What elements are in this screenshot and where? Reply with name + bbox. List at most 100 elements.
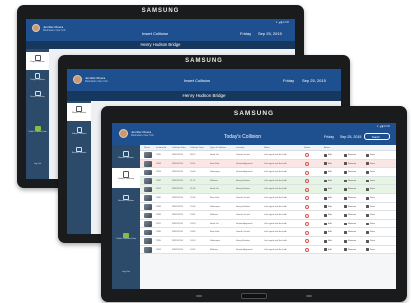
save-button[interactable]: Save — [370, 180, 375, 182]
table-row[interactable]: 7836 09/25/2015 13:45 Rear End Grand Central… — [140, 228, 396, 237]
edit-button[interactable]: Edit — [328, 154, 332, 156]
table-row[interactable]: 7840 09/25/2015 12:02 Rear End Grand Central… — [140, 194, 396, 203]
edit-icon[interactable] — [324, 179, 327, 183]
edit-button[interactable]: Edit — [328, 188, 332, 190]
save-button[interactable]: Save — [370, 188, 375, 190]
trash-icon[interactable] — [344, 213, 347, 217]
edit-button[interactable]: Edit — [328, 249, 332, 251]
edit-icon[interactable] — [324, 170, 327, 174]
table-row[interactable]: 7835 09/25/2015 14:10 Sideswipe Henry Hudson… — [140, 237, 396, 246]
remove-button[interactable]: Remove — [348, 214, 356, 216]
edit-icon[interactable] — [324, 222, 327, 226]
table-row[interactable]: 7842 09/25/2015 11:12 Rollover Henry Hudson L… — [140, 176, 396, 186]
cloud-icon[interactable] — [366, 213, 369, 217]
remove-button[interactable]: Remove — [348, 171, 356, 173]
save-button[interactable]: Save — [370, 231, 375, 233]
table-row[interactable]: 7844 09/25/2015 10:11 Rear End Station Appro… — [140, 159, 396, 169]
vehicle-photo[interactable] — [144, 195, 152, 201]
edit-icon[interactable] — [324, 188, 327, 191]
edit-button[interactable]: Edit — [328, 163, 332, 165]
table-row[interactable]: 7837 09/25/2015 13:20 Head On Station Approa… — [140, 219, 396, 229]
recent-apps-key[interactable] — [196, 295, 202, 297]
edit-button[interactable]: Edit — [328, 214, 332, 216]
home-button[interactable] — [241, 293, 267, 299]
sidebar-item-logout[interactable]: Log Out — [26, 163, 49, 171]
edit-icon[interactable] — [324, 162, 327, 166]
remove-button[interactable]: Remove — [348, 223, 356, 225]
trash-icon[interactable] — [344, 196, 347, 200]
vehicle-photo[interactable] — [144, 169, 152, 176]
vehicle-photo[interactable] — [144, 160, 152, 167]
edit-icon[interactable] — [324, 248, 327, 252]
save-button[interactable]: Save — [370, 240, 375, 242]
vehicle-photo[interactable] — [144, 246, 152, 253]
remove-button[interactable]: Remove — [348, 154, 356, 156]
sidebar-item-todays-collision[interactable]: Today's Collision — [112, 168, 140, 188]
save-button[interactable]: Save — [370, 249, 375, 251]
sidebar-item-traffic-data[interactable]: Traffic Collision Data — [26, 126, 49, 140]
vehicle-photo[interactable] — [144, 186, 152, 193]
edit-icon[interactable] — [324, 231, 327, 234]
cloud-icon[interactable] — [366, 239, 369, 243]
edit-button[interactable]: Edit — [328, 206, 332, 208]
edit-button[interactable]: Edit — [328, 171, 332, 173]
remove-button[interactable]: Remove — [348, 240, 356, 242]
trash-icon[interactable] — [344, 179, 347, 183]
cloud-icon[interactable] — [366, 222, 369, 226]
trash-icon[interactable] — [344, 153, 347, 157]
vehicle-photo[interactable] — [144, 152, 152, 158]
table-row[interactable]: 7843 09/25/2015 10:40 Sideswipe Station Appr… — [140, 168, 396, 177]
save-button[interactable]: Save — [370, 163, 375, 165]
cloud-icon[interactable] — [366, 231, 369, 234]
trash-icon[interactable] — [344, 231, 347, 234]
save-button[interactable]: Save — [370, 223, 375, 225]
edit-button[interactable]: Edit — [328, 197, 332, 199]
trash-icon[interactable] — [344, 162, 347, 166]
edit-button[interactable]: Edit — [328, 223, 332, 225]
vehicle-photo[interactable] — [144, 203, 152, 210]
cloud-icon[interactable] — [366, 179, 369, 183]
sidebar-item-report-collision[interactable]: Report Collision — [26, 52, 49, 70]
cloud-icon[interactable] — [366, 205, 369, 209]
table-row[interactable]: 7838 09/25/2015 13:01 Rollover Grand Central… — [140, 211, 396, 220]
cloud-icon[interactable] — [366, 170, 369, 174]
trash-icon[interactable] — [344, 170, 347, 174]
vehicle-photo[interactable] — [144, 212, 152, 219]
remove-button[interactable]: Remove — [348, 249, 356, 251]
trash-icon[interactable] — [344, 205, 347, 209]
edit-icon[interactable] — [324, 239, 327, 243]
sidebar-item-report-collision[interactable]: Report Collision — [112, 149, 140, 164]
back-key[interactable] — [306, 295, 312, 297]
edit-icon[interactable] — [324, 196, 327, 200]
remove-button[interactable]: Remove — [348, 197, 356, 199]
sidebar-item-search-collision[interactable]: Search Collision — [26, 91, 49, 105]
trash-icon[interactable] — [344, 222, 347, 226]
table-row[interactable]: 7845 09/25/2015 09:12 Head On Grand Central L… — [140, 151, 396, 160]
save-button[interactable]: Save — [370, 154, 375, 156]
edit-button[interactable]: Edit — [328, 231, 332, 233]
table-row[interactable]: 7839 09/25/2015 12:40 Sideswipe Henry Hudson… — [140, 202, 396, 212]
sidebar-item-todays-collision[interactable]: Today's Collision — [26, 73, 49, 87]
table-row[interactable]: 7834 09/25/2015 14:32 Rollover Station Appro… — [140, 245, 396, 255]
vehicle-photo[interactable] — [144, 238, 152, 244]
sidebar-item-logout[interactable]: Log Out — [112, 271, 140, 281]
cloud-icon[interactable] — [366, 162, 369, 166]
edit-icon[interactable] — [324, 205, 327, 209]
sidebar-item-search-collision[interactable]: Search Collision — [112, 195, 140, 210]
table-row[interactable]: 7841 09/25/2015 11:40 Head On Henry Hudson Le… — [140, 185, 396, 194]
trash-icon[interactable] — [344, 248, 347, 252]
edit-button[interactable]: Edit — [328, 180, 332, 182]
remove-button[interactable]: Remove — [348, 231, 356, 233]
vehicle-photo[interactable] — [144, 221, 152, 227]
sidebar-item-search-collision[interactable]: Search Collision — [67, 147, 91, 161]
save-button[interactable]: Save — [370, 214, 375, 216]
sidebar-item-todays-collision[interactable]: Today's Collision — [67, 127, 91, 141]
cloud-icon[interactable] — [366, 188, 369, 191]
remove-button[interactable]: Remove — [348, 180, 356, 182]
vehicle-photo[interactable] — [144, 178, 152, 184]
save-button[interactable]: Save — [370, 171, 375, 173]
sidebar-item-report-collision[interactable]: Report Collision — [67, 103, 91, 121]
remove-button[interactable]: Remove — [348, 188, 356, 190]
edit-button[interactable]: Edit — [328, 240, 332, 242]
remove-button[interactable]: Remove — [348, 163, 356, 165]
